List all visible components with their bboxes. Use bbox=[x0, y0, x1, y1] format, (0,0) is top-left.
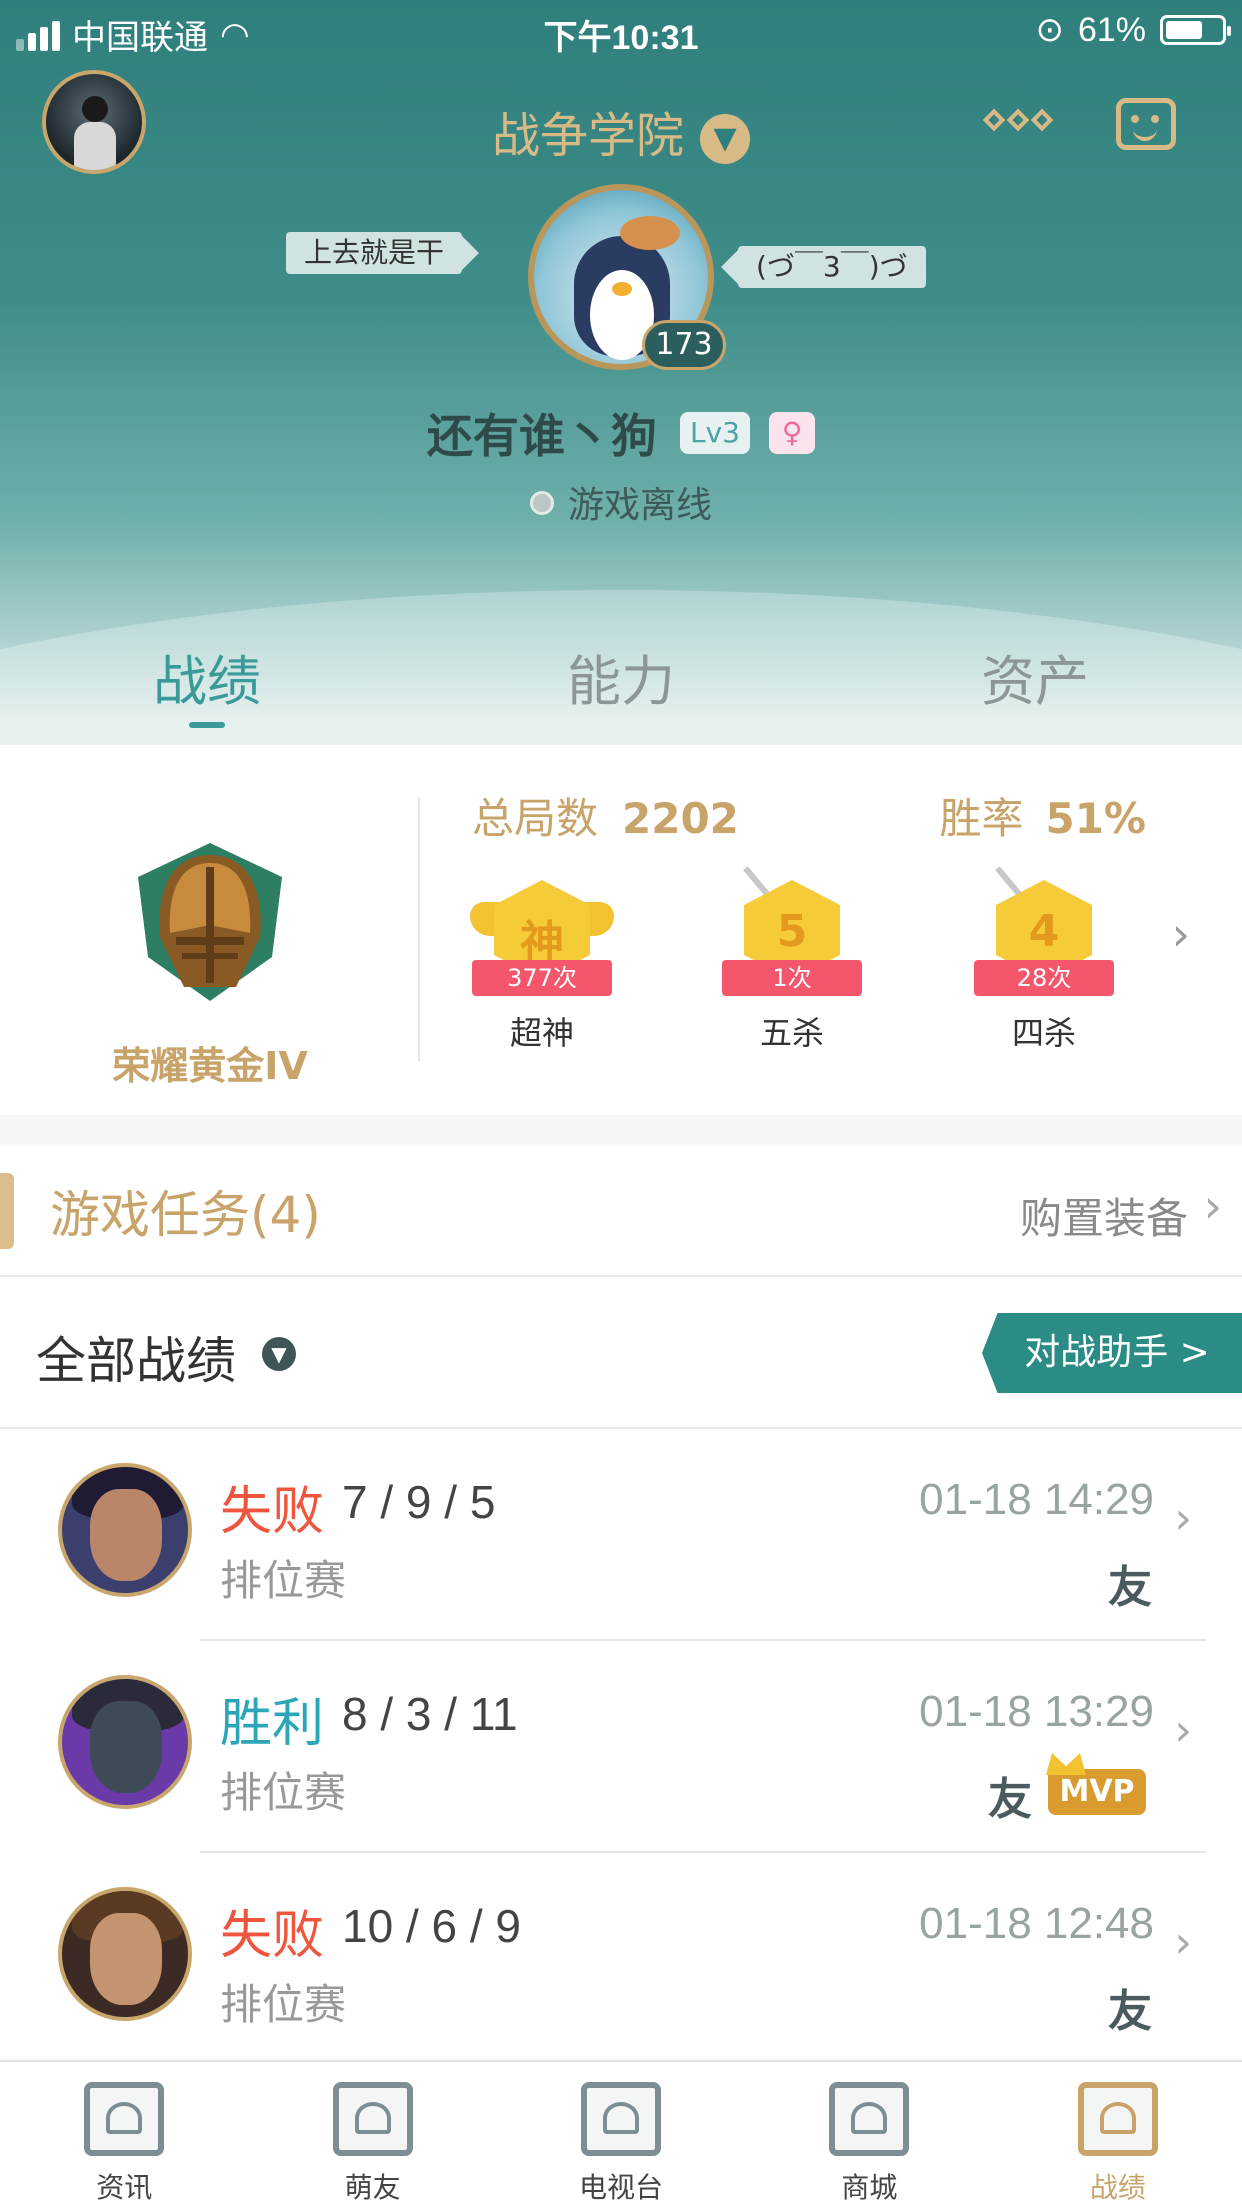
chat-icon[interactable] bbox=[1116, 98, 1176, 150]
match-row[interactable]: 失败 10 / 6 / 9 排位赛 01-18 12:48 友 › bbox=[0, 1853, 1242, 2065]
penta-medal-icon: 5 1次 bbox=[712, 866, 872, 996]
more-icon[interactable] bbox=[982, 108, 1054, 132]
online-status: 游戏离线 bbox=[0, 476, 1242, 528]
records-filter[interactable]: 全部战绩 bbox=[36, 1321, 236, 1393]
match-mode: 排位赛 bbox=[220, 1980, 347, 2029]
nav-shop[interactable]: 商城 bbox=[745, 2062, 993, 2210]
mvp-badge: MVP bbox=[1048, 1769, 1146, 1815]
penta-kill-badge: 5 1次 五杀 bbox=[712, 866, 872, 1054]
nav-news[interactable]: 资讯 bbox=[0, 2062, 248, 2210]
medal-label: 四杀 bbox=[1011, 1014, 1076, 1052]
status-dot-icon bbox=[529, 491, 554, 515]
battery-percent: 61% bbox=[1077, 10, 1146, 49]
book-icon bbox=[84, 2082, 165, 2156]
chevron-right-icon: › bbox=[1174, 1493, 1192, 1544]
record-icon bbox=[1077, 2082, 1158, 2156]
tab-ability[interactable]: 能力 bbox=[414, 640, 828, 744]
match-mode: 排位赛 bbox=[220, 1768, 347, 1817]
match-kda: 10 / 6 / 9 bbox=[342, 1900, 522, 1952]
match-list: 失败 7 / 9 / 5 排位赛 01-18 14:29 友 › 胜利 8 / … bbox=[0, 1429, 1242, 2059]
buy-equipment-link[interactable]: 购置装备 bbox=[1020, 1185, 1188, 1246]
chevron-down-icon[interactable]: ▼ bbox=[262, 1337, 296, 1371]
match-time: 01-18 13:29 bbox=[919, 1687, 1154, 1736]
total-label: 总局数 bbox=[472, 794, 599, 843]
records-header: 全部战绩 ▼ 对战助手 > bbox=[0, 1277, 1242, 1429]
divider bbox=[418, 797, 420, 1061]
chevron-right-icon: › bbox=[1174, 1705, 1192, 1756]
friend-badge: 友 bbox=[1108, 1986, 1152, 2037]
medal-label: 超神 bbox=[509, 1014, 574, 1052]
match-result: 失败 bbox=[220, 1906, 325, 1966]
lv-badge: Lv3 bbox=[680, 412, 750, 454]
champion-avatar bbox=[58, 1675, 192, 1809]
nav-label: 商城 bbox=[841, 2171, 898, 2204]
stats-card[interactable]: 荣耀黄金IV 总局数 2202 胜率 51% 神 377次 超神 5 1次 五杀 4… bbox=[0, 745, 1242, 1115]
level-badge: 173 bbox=[642, 320, 726, 370]
match-time: 01-18 12:48 bbox=[919, 1899, 1154, 1948]
nav-label: 资讯 bbox=[96, 2171, 153, 2204]
friend-badge: 友 bbox=[1108, 1562, 1152, 1613]
rank-name: 荣耀黄金IV bbox=[112, 1044, 308, 1088]
match-kda: 7 / 9 / 5 bbox=[342, 1476, 496, 1528]
match-result: 胜利 bbox=[220, 1694, 325, 1754]
quadra-kill-badge: 4 28次 四杀 bbox=[964, 866, 1124, 1054]
medal-glyph: 5 bbox=[776, 906, 808, 957]
match-row[interactable]: 失败 7 / 9 / 5 排位赛 01-18 14:29 友 › bbox=[0, 1429, 1242, 1641]
medal-count: 377次 bbox=[472, 960, 612, 996]
signature-tag-right: (づ￣3￣)づ bbox=[738, 246, 926, 288]
heart-chat-icon bbox=[332, 2082, 413, 2156]
profile-tabs: 战绩 能力 资产 bbox=[0, 640, 1242, 744]
nav-tv[interactable]: 电视台 bbox=[497, 2062, 745, 2210]
medal-glyph: 4 bbox=[1028, 906, 1060, 957]
match-time: 01-18 14:29 bbox=[919, 1475, 1154, 1524]
profile-header: 中国联通 ◠ 下午10:31 ⊙ 61% 战争学院 ▼ 上去就是干 (づ￣3￣)づ… bbox=[0, 0, 1242, 745]
match-kda: 8 / 3 / 11 bbox=[342, 1688, 518, 1740]
tab-assets[interactable]: 资产 bbox=[828, 640, 1242, 744]
rotation-lock-icon: ⊙ bbox=[1035, 11, 1064, 49]
battery-icon bbox=[1160, 15, 1231, 45]
chevron-right-icon: › bbox=[1203, 1179, 1222, 1233]
nav-label: 战绩 bbox=[1089, 2171, 1146, 2204]
status-text: 游戏离线 bbox=[567, 485, 712, 526]
accent-bar bbox=[0, 1173, 14, 1249]
status-bar: 中国联通 ◠ 下午10:31 ⊙ 61% bbox=[0, 0, 1242, 62]
medal-count: 1次 bbox=[722, 960, 862, 996]
signature-tag-left: 上去就是干 bbox=[286, 232, 463, 274]
server-selector[interactable]: 战争学院 ▼ bbox=[0, 96, 1242, 166]
quadra-medal-icon: 4 28次 bbox=[964, 866, 1124, 996]
bottom-nav: 资讯 萌友 电视台 商城 战绩 bbox=[0, 2060, 1242, 2210]
nav-label: 电视台 bbox=[579, 2171, 664, 2204]
tasks-title: 游戏任务(4) bbox=[50, 1186, 321, 1244]
legendary-medal-icon: 神 377次 bbox=[462, 880, 622, 996]
chevron-right-icon[interactable]: › bbox=[1172, 907, 1190, 961]
win-rate: 胜率 51% bbox=[939, 785, 1146, 846]
chevron-down-icon: ▼ bbox=[700, 114, 750, 164]
chevron-right-icon: › bbox=[1174, 1917, 1192, 1968]
total-games: 总局数 2202 bbox=[472, 785, 739, 846]
champion-avatar bbox=[58, 1463, 192, 1597]
female-icon: ♀ bbox=[769, 412, 816, 454]
rate-value: 51% bbox=[1045, 794, 1146, 843]
shop-icon bbox=[829, 2082, 910, 2156]
legendary-badge: 神 377次 超神 bbox=[462, 880, 622, 1054]
nav-friends[interactable]: 萌友 bbox=[248, 2062, 496, 2210]
friend-badge: 友 bbox=[988, 1774, 1032, 1825]
tab-records[interactable]: 战绩 bbox=[0, 640, 414, 744]
server-title: 战争学院 bbox=[491, 108, 684, 164]
nav-records[interactable]: 战绩 bbox=[994, 2062, 1242, 2210]
player-name: 还有谁丶狗 bbox=[426, 409, 657, 463]
match-mode: 排位赛 bbox=[220, 1556, 347, 1605]
total-value: 2202 bbox=[622, 794, 739, 843]
rate-label: 胜率 bbox=[939, 794, 1024, 843]
match-row[interactable]: 胜利 8 / 3 / 11 排位赛 01-18 13:29 友 MVP › bbox=[0, 1641, 1242, 1853]
tv-icon bbox=[581, 2082, 662, 2156]
nav-label: 萌友 bbox=[344, 2171, 401, 2204]
champion-avatar bbox=[58, 1887, 192, 2021]
gold-rank-emblem-icon bbox=[138, 843, 282, 1001]
medal-count: 28次 bbox=[974, 960, 1114, 996]
match-result: 失败 bbox=[220, 1482, 325, 1542]
battle-assistant-button[interactable]: 对战助手 > bbox=[982, 1313, 1242, 1393]
medal-label: 五杀 bbox=[759, 1014, 824, 1052]
game-tasks-row[interactable]: 游戏任务(4) 购置装备 › bbox=[0, 1145, 1242, 1277]
